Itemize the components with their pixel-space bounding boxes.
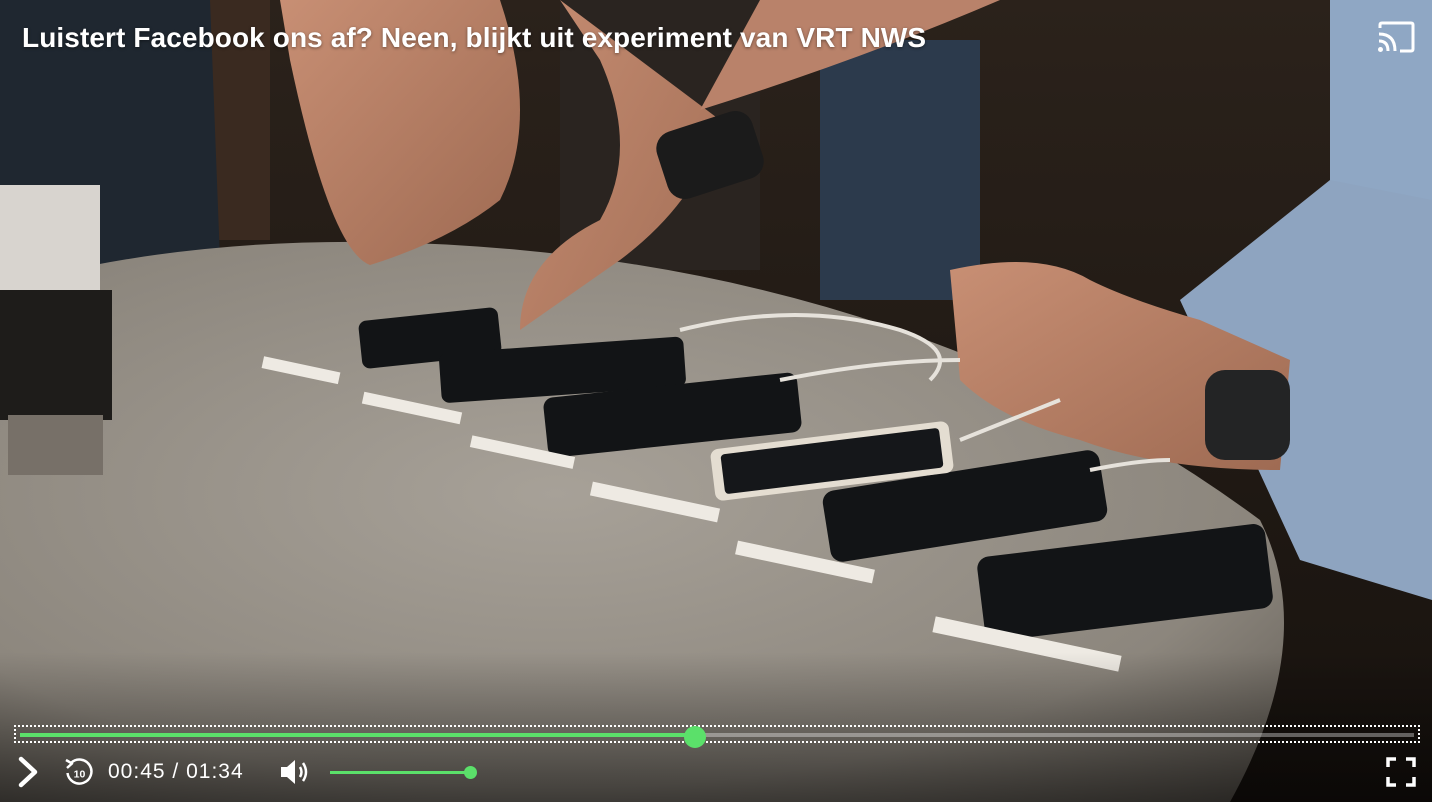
- volume-slider[interactable]: [330, 766, 477, 780]
- play-icon: [18, 756, 38, 788]
- volume-button[interactable]: [278, 755, 314, 789]
- video-title: Luistert Facebook ons af? Neen, blijkt u…: [22, 22, 927, 53]
- current-time: 00:45: [108, 760, 166, 783]
- fullscreen-icon: [1386, 757, 1416, 787]
- progress-played: [20, 733, 695, 737]
- volume-level: [330, 771, 470, 774]
- progress-track: [20, 726, 1414, 748]
- volume-track: [330, 766, 477, 779]
- volume-icon: [281, 760, 308, 784]
- fullscreen-button[interactable]: [1385, 756, 1417, 788]
- time-separator: /: [172, 760, 180, 783]
- replay-10-label: 10: [74, 769, 86, 781]
- duration: 01:34: [186, 760, 244, 783]
- progress-bar[interactable]: [14, 725, 1420, 748]
- replay-10-button[interactable]: 10: [63, 756, 95, 788]
- play-button[interactable]: [16, 755, 42, 789]
- progress-handle[interactable]: [683, 726, 706, 748]
- video-frame[interactable]: [0, 0, 1432, 802]
- volume-handle[interactable]: [464, 766, 477, 779]
- cast-button[interactable]: [1376, 20, 1416, 54]
- control-bar: 10 00:45 / 01:34: [0, 752, 1432, 792]
- cast-icon: [1378, 21, 1415, 53]
- time-display: 00:45 / 01:34: [108, 760, 244, 784]
- replay-10-icon: 10: [65, 758, 93, 785]
- video-player[interactable]: Luistert Facebook ons af? Neen, blijkt u…: [0, 0, 1432, 802]
